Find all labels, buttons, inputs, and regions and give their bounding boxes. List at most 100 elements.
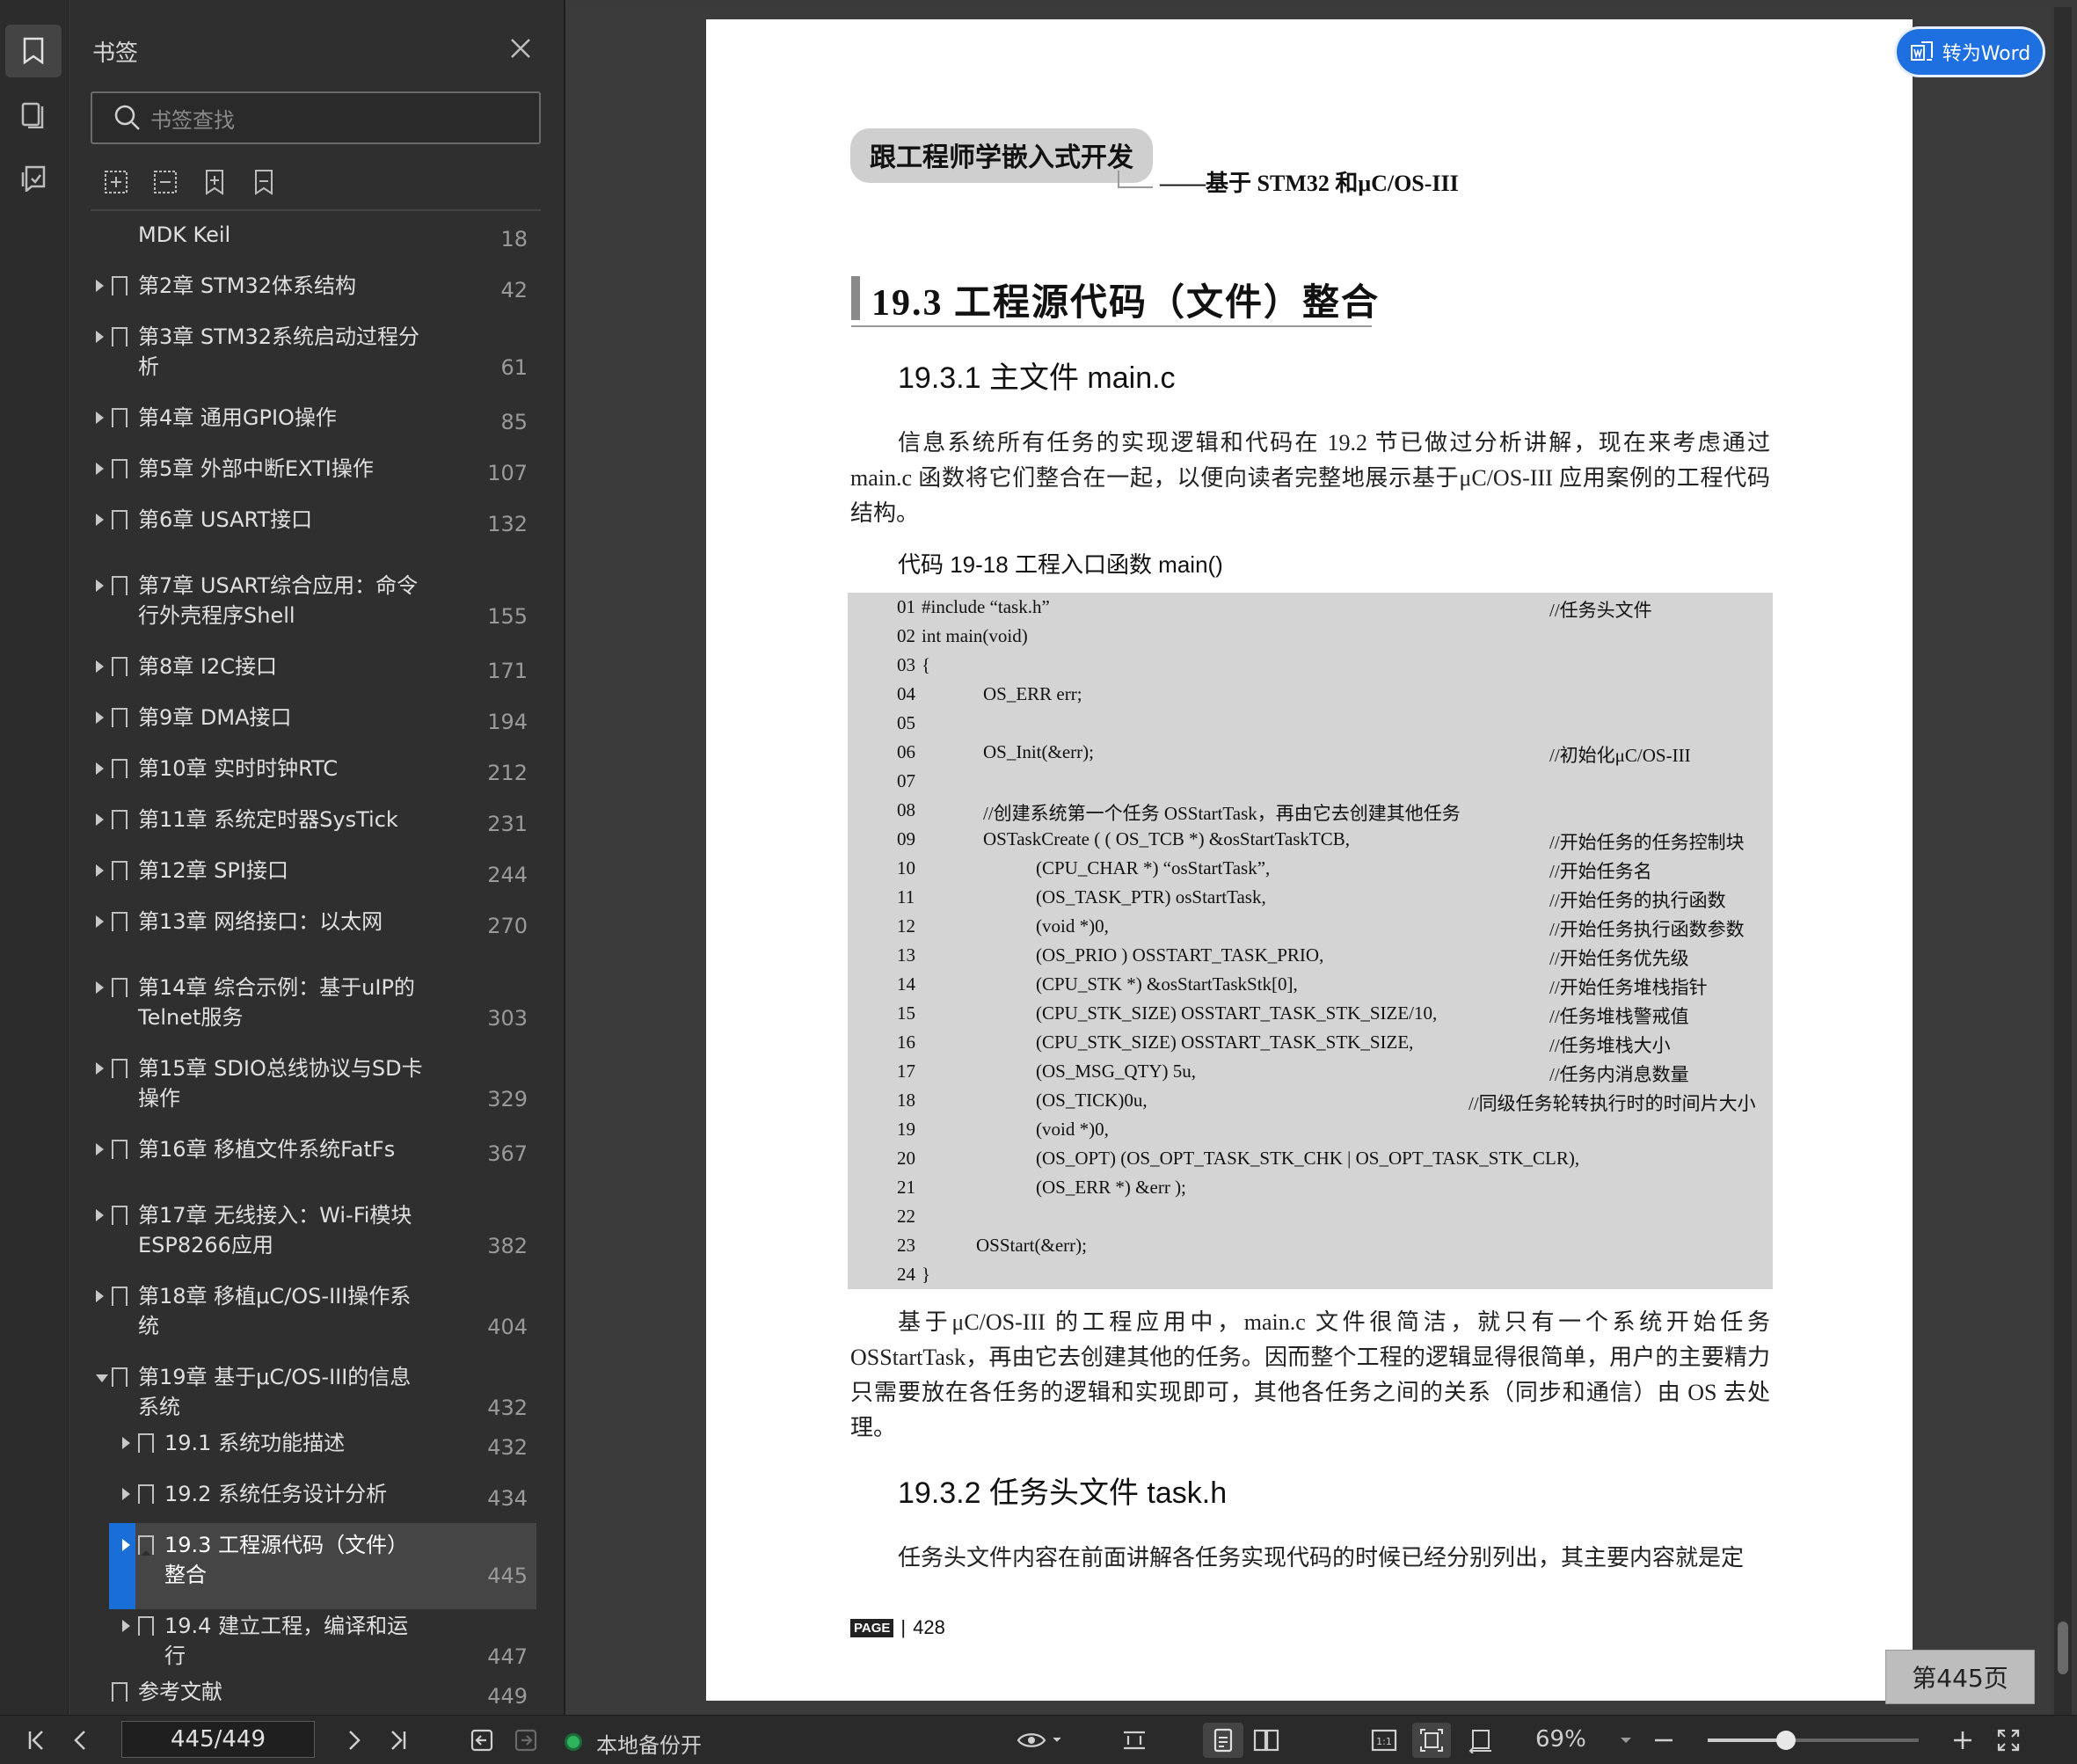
bookmark-item[interactable]: 第7章 USART综合应用：命令行外壳程序Shell 155 <box>69 571 549 639</box>
zoom-out-icon[interactable] <box>1646 1723 1681 1758</box>
chevron-right-icon[interactable] <box>96 412 104 424</box>
paragraph: 任务头文件内容在前面讲解各任务实现代码的时候已经分别列出，其主要内容就是定 <box>898 1545 1745 1571</box>
bookmark-label: 第6章 USART接口 <box>138 507 313 532</box>
last-page-icon[interactable] <box>380 1723 415 1758</box>
bookmark-item[interactable]: 19.4 建立工程，编译和运行 447 <box>69 1611 549 1680</box>
bookmark-item[interactable]: 参考文献 449 <box>69 1677 549 1715</box>
chevron-right-icon[interactable] <box>96 1290 104 1302</box>
zoom-in-icon[interactable] <box>1945 1723 1980 1758</box>
bookmark-item[interactable]: 第13章 网络接口：以太网 270 <box>69 907 549 949</box>
bookmark-item[interactable]: 第8章 I2C接口 171 <box>69 652 549 694</box>
page-footer: PAGE | 428 <box>850 1616 945 1639</box>
annotation-panel-icon[interactable] <box>5 151 62 204</box>
bookmark-icon <box>112 1367 128 1388</box>
bookmark-label: 第11章 系统定时器SysTick <box>138 807 398 832</box>
previous-page-icon[interactable] <box>63 1723 98 1758</box>
bookmark-item[interactable]: 第12章 SPI接口 244 <box>69 856 549 898</box>
fullscreen-icon[interactable] <box>1991 1723 2026 1758</box>
bookmark-item[interactable]: 第17章 无线接入：Wi-Fi模块ESP8266应用 382 <box>69 1200 549 1269</box>
bookmark-label: 第19章 基于μC/OS-III的信息系统 <box>138 1365 412 1419</box>
chevron-right-icon[interactable] <box>96 813 104 826</box>
subsection-heading: 19.3.1 主文件 main.c <box>898 361 1176 395</box>
line-number: 20 <box>897 1148 915 1169</box>
code-comment: //同级任务轮转执行时的时间片大小 <box>1468 1093 1756 1114</box>
chevron-right-icon[interactable] <box>96 915 104 928</box>
chevron-right-icon[interactable] <box>96 1209 104 1221</box>
back-icon[interactable] <box>464 1723 499 1758</box>
zoom-level[interactable]: 69% <box>1535 1726 1586 1753</box>
chevron-right-icon[interactable] <box>96 1062 104 1075</box>
next-page-icon[interactable] <box>336 1723 371 1758</box>
fit-width-icon[interactable] <box>1463 1723 1498 1758</box>
document-scrollbar[interactable] <box>2054 7 2072 1715</box>
single-page-icon[interactable] <box>1203 1723 1243 1758</box>
close-icon[interactable] <box>506 33 536 63</box>
chevron-right-icon[interactable] <box>96 1143 104 1155</box>
chevron-right-icon[interactable] <box>122 1620 130 1632</box>
zoom-dropdown-icon[interactable] <box>1613 1723 1639 1758</box>
bookmark-search-input[interactable]: 书签查找 <box>91 91 541 144</box>
expand-all-icon[interactable] <box>101 167 131 197</box>
bookmark-item[interactable]: 第3章 STM32系统启动过程分析 61 <box>69 322 549 390</box>
chevron-right-icon[interactable] <box>96 660 104 673</box>
scrollbar-thumb[interactable] <box>2058 1622 2068 1674</box>
chevron-right-icon[interactable] <box>96 762 104 775</box>
line-number: 17 <box>897 1061 915 1082</box>
backup-status-label[interactable]: 本地备份开 <box>596 1728 702 1759</box>
convert-to-word-button[interactable]: 转为Word <box>1894 26 2045 77</box>
fit-page-icon[interactable] <box>1412 1723 1451 1758</box>
chevron-right-icon[interactable] <box>96 579 104 592</box>
bookmark-item[interactable]: 第11章 系统定时器SysTick 231 <box>69 805 549 847</box>
bookmark-page-number: 194 <box>487 710 528 734</box>
bookmark-item[interactable]: 第9章 DMA接口 194 <box>69 703 549 745</box>
add-bookmark-icon[interactable] <box>200 167 230 197</box>
chevron-right-icon[interactable] <box>96 864 104 877</box>
bookmark-item[interactable]: 第4章 通用GPIO操作 85 <box>69 403 549 445</box>
chevron-right-icon[interactable] <box>122 1488 130 1500</box>
page-number-input[interactable]: 445/449 <box>121 1721 315 1758</box>
forward-icon[interactable] <box>508 1723 543 1758</box>
scroll-mode-icon[interactable] <box>1117 1723 1152 1758</box>
chevron-right-icon[interactable] <box>96 280 104 292</box>
eye-protection-icon[interactable] <box>1017 1723 1062 1758</box>
bookmark-panel-icon[interactable] <box>5 25 62 77</box>
bookmark-item[interactable]: MDK Keil 18 <box>69 220 549 262</box>
bookmark-icon <box>138 1616 154 1636</box>
code-text: (CPU_STK_SIZE) OSSTART_TASK_STK_SIZE, <box>1036 1031 1414 1053</box>
thumbnail-panel-icon[interactable] <box>5 88 62 141</box>
bookmark-item[interactable]: 19.2 系统任务设计分析 434 <box>69 1479 549 1521</box>
bookmark-item[interactable]: 19.1 系统功能描述 432 <box>69 1428 549 1470</box>
zoom-slider-thumb[interactable] <box>1775 1731 1796 1750</box>
code-comment: //开始任务执行函数参数 <box>1549 919 1745 940</box>
bookmark-label: MDK Keil <box>138 222 231 247</box>
bookmark-icon[interactable] <box>249 167 279 197</box>
bookmark-item[interactable]: 第10章 实时时钟RTC 212 <box>69 754 549 796</box>
bookmark-item[interactable]: 第5章 外部中断EXTI操作 107 <box>69 454 549 496</box>
chevron-right-icon[interactable] <box>96 463 104 475</box>
bookmark-page-number: 85 <box>500 410 528 434</box>
chevron-right-icon[interactable] <box>96 514 104 526</box>
bookmark-item[interactable]: 第14章 综合示例：基于uIP的Telnet服务 303 <box>69 973 549 1041</box>
bookmark-item[interactable]: 第15章 SDIO总线协议与SD卡操作 329 <box>69 1053 549 1122</box>
bookmark-item[interactable]: 第6章 USART接口 132 <box>69 505 549 547</box>
collapse-all-icon[interactable] <box>150 167 180 197</box>
document-viewport[interactable]: 跟工程师学嵌入式开发 ——基于 STM32 和μC/OS-III 19.3 工程… <box>565 7 2051 1715</box>
first-page-icon[interactable] <box>19 1723 55 1758</box>
bookmark-label: 第5章 外部中断EXTI操作 <box>138 456 374 481</box>
double-page-icon[interactable] <box>1249 1723 1284 1758</box>
chevron-down-icon[interactable] <box>96 1374 108 1382</box>
bookmark-page-number: 329 <box>487 1087 528 1112</box>
bookmark-item[interactable]: 第19章 基于μC/OS-III的信息系统 432 <box>69 1362 549 1431</box>
line-number: 24 <box>897 1264 915 1285</box>
chevron-right-icon[interactable] <box>96 981 104 994</box>
code-text: OSTaskCreate ( ( OS_TCB *) &osStartTaskT… <box>983 828 1351 849</box>
chevron-right-icon[interactable] <box>96 711 104 724</box>
bookmark-item[interactable]: 19.3 工程源代码（文件）整合 445 <box>69 1523 549 1609</box>
bookmark-item[interactable]: 第2章 STM32体系结构 42 <box>69 271 549 313</box>
chevron-right-icon[interactable] <box>96 331 104 343</box>
chevron-right-icon[interactable] <box>122 1437 130 1449</box>
actual-size-icon[interactable]: 1:1 <box>1366 1723 1402 1758</box>
bookmark-item[interactable]: 第16章 移植文件系统FatFs 367 <box>69 1134 549 1177</box>
bookmark-item[interactable]: 第18章 移植μC/OS-III操作系统 404 <box>69 1281 549 1350</box>
chevron-right-icon[interactable] <box>122 1539 130 1551</box>
